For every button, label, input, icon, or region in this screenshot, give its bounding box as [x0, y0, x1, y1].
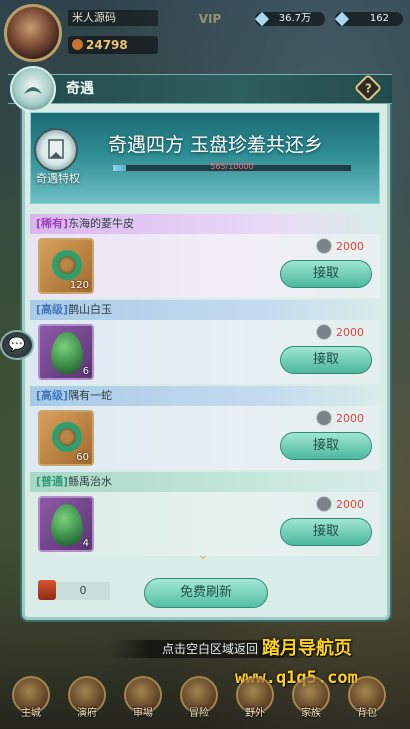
item-header: [普通]鲧禹治水: [30, 472, 380, 492]
power-display: 24798: [68, 36, 158, 54]
chevron-down-icon[interactable]: ⌄: [194, 548, 212, 562]
encounter-item: [高级]隅有一蛇 60 2000 接取: [30, 386, 380, 470]
item-tier: [高级]: [36, 303, 69, 316]
item-name: 隅有一蛇: [68, 389, 113, 402]
item-cost-value: 2000: [336, 412, 364, 425]
player-name: 米人源码: [68, 10, 158, 26]
scroll-cost-icon: [316, 496, 332, 512]
encounter-emblem-icon: [10, 66, 56, 112]
encounter-banner: [30, 112, 380, 204]
encounter-item: [稀有]东海的菱牛皮 120 2000 接取: [30, 214, 380, 298]
vip-badge[interactable]: VIP: [195, 12, 225, 42]
item-body: 120 2000 接取: [30, 234, 380, 298]
jade-ring-icon: [52, 250, 82, 280]
item-thumbnail[interactable]: 60: [38, 410, 94, 466]
nav-wild[interactable]: 野外: [235, 704, 275, 722]
item-quantity: 4: [82, 538, 89, 549]
item-tier: [普通]: [36, 475, 69, 488]
item-tier: [高级]: [36, 389, 69, 402]
nav-clan[interactable]: 家族: [291, 704, 331, 722]
jade-ring-icon: [52, 422, 82, 452]
item-cost: 2000: [316, 496, 364, 512]
item-header: [高级]鹊山白玉: [30, 300, 380, 320]
item-cost-value: 2000: [336, 498, 364, 511]
free-refresh-button[interactable]: 免费刷新: [144, 578, 268, 608]
item-tier: [稀有]: [36, 217, 69, 230]
item-quantity: 6: [82, 366, 89, 377]
item-name: 东海的菱牛皮: [68, 217, 135, 230]
silver-icon: [254, 11, 270, 27]
bottom-nav: 主城 演府 审場 冒险 野外 家族 背包: [0, 672, 410, 729]
scroll-cost-icon: [316, 410, 332, 426]
green-egg-icon: [51, 504, 83, 546]
progress-text: 565/10000: [210, 162, 254, 171]
claim-button[interactable]: 接取: [280, 432, 372, 460]
player-avatar[interactable]: [4, 4, 62, 62]
nav-mansion[interactable]: 演府: [67, 704, 107, 722]
encounter-item: [高级]鹊山白玉 6 2000 接取: [30, 300, 380, 384]
item-quantity: 120: [69, 280, 89, 291]
item-quantity: 60: [76, 452, 89, 463]
item-cost: 2000: [316, 410, 364, 426]
help-button-label: ?: [364, 81, 372, 95]
top-bar: 米人源码 24798 VIP 36.7万 162: [0, 0, 410, 62]
scroll-cost-icon: [316, 324, 332, 340]
encounter-item: [普通]鲧禹治水 4 2000 接取: [30, 472, 380, 556]
claim-button[interactable]: 接取: [280, 518, 372, 546]
privilege-label: 奇遇特权: [36, 172, 80, 185]
resource-gem-value: 162: [369, 13, 389, 24]
refresh-token-counter: 0: [38, 580, 110, 600]
refresh-token-icon: [38, 580, 56, 600]
item-thumbnail[interactable]: 120: [38, 238, 94, 294]
item-cost-value: 2000: [336, 240, 364, 253]
item-thumbnail[interactable]: 4: [38, 496, 94, 552]
item-header: [稀有]东海的菱牛皮: [30, 214, 380, 234]
nav-arena[interactable]: 审場: [123, 704, 163, 722]
green-egg-icon: [51, 332, 83, 374]
watermark-title: 踏月导航页: [262, 638, 352, 659]
resource-silver-value: 36.7万: [278, 13, 311, 24]
power-icon: [72, 39, 83, 50]
resource-gem[interactable]: 162: [334, 11, 403, 27]
item-thumbnail[interactable]: 6: [38, 324, 94, 380]
panel-title: 奇遇: [66, 81, 94, 97]
item-body: 6 2000 接取: [30, 320, 380, 384]
item-header: [高级]隅有一蛇: [30, 386, 380, 406]
item-name: 鲧禹治水: [68, 475, 113, 488]
scroll-cost-icon: [316, 238, 332, 254]
power-value: 24798: [86, 38, 128, 52]
item-cost: 2000: [316, 238, 364, 254]
item-cost-value: 2000: [336, 326, 364, 339]
nav-adventure[interactable]: 冒险: [179, 704, 219, 722]
refresh-token-count: 0: [79, 584, 87, 597]
item-name: 鹊山白玉: [68, 303, 113, 316]
claim-button[interactable]: 接取: [280, 346, 372, 374]
claim-button[interactable]: 接取: [280, 260, 372, 288]
nav-main-city[interactable]: 主城: [11, 704, 51, 722]
privilege-icon[interactable]: [34, 128, 78, 172]
banner-title: 奇遇四方 玉盘珍羞共还乡: [108, 134, 324, 156]
item-body: 60 2000 接取: [30, 406, 380, 470]
gem-icon: [334, 11, 350, 27]
nav-bag[interactable]: 背包: [347, 704, 387, 722]
chat-icon[interactable]: 💬: [0, 330, 34, 360]
item-cost: 2000: [316, 324, 364, 340]
resource-silver[interactable]: 36.7万: [254, 11, 325, 27]
